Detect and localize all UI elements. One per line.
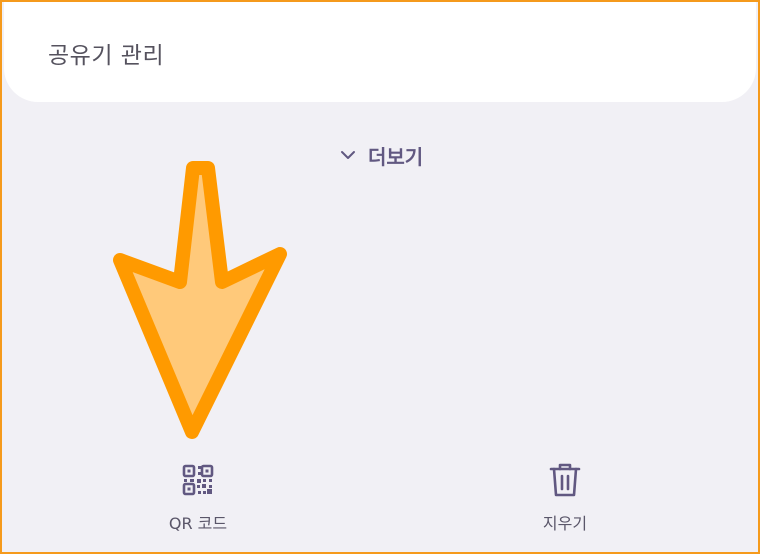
annotation-arrow-icon [113,161,287,439]
more-button[interactable]: 더보기 [340,141,423,169]
more-label: 더보기 [368,144,424,169]
qr-code-icon [178,460,218,500]
delete-button[interactable]: 지우기 [505,460,625,534]
trash-icon [545,460,585,500]
delete-label: 지우기 [542,514,588,533]
qr-code-button[interactable]: QR 코드 [138,460,258,534]
router-manage-card[interactable]: 공유기 관리 [4,2,756,102]
chevron-down-icon [340,147,356,163]
screen-frame: 공유기 관리 더보기 QR 코드 지우기 [0,0,760,554]
router-manage-title: 공유기 관리 [48,43,165,69]
qr-code-label: QR 코드 [168,514,228,533]
